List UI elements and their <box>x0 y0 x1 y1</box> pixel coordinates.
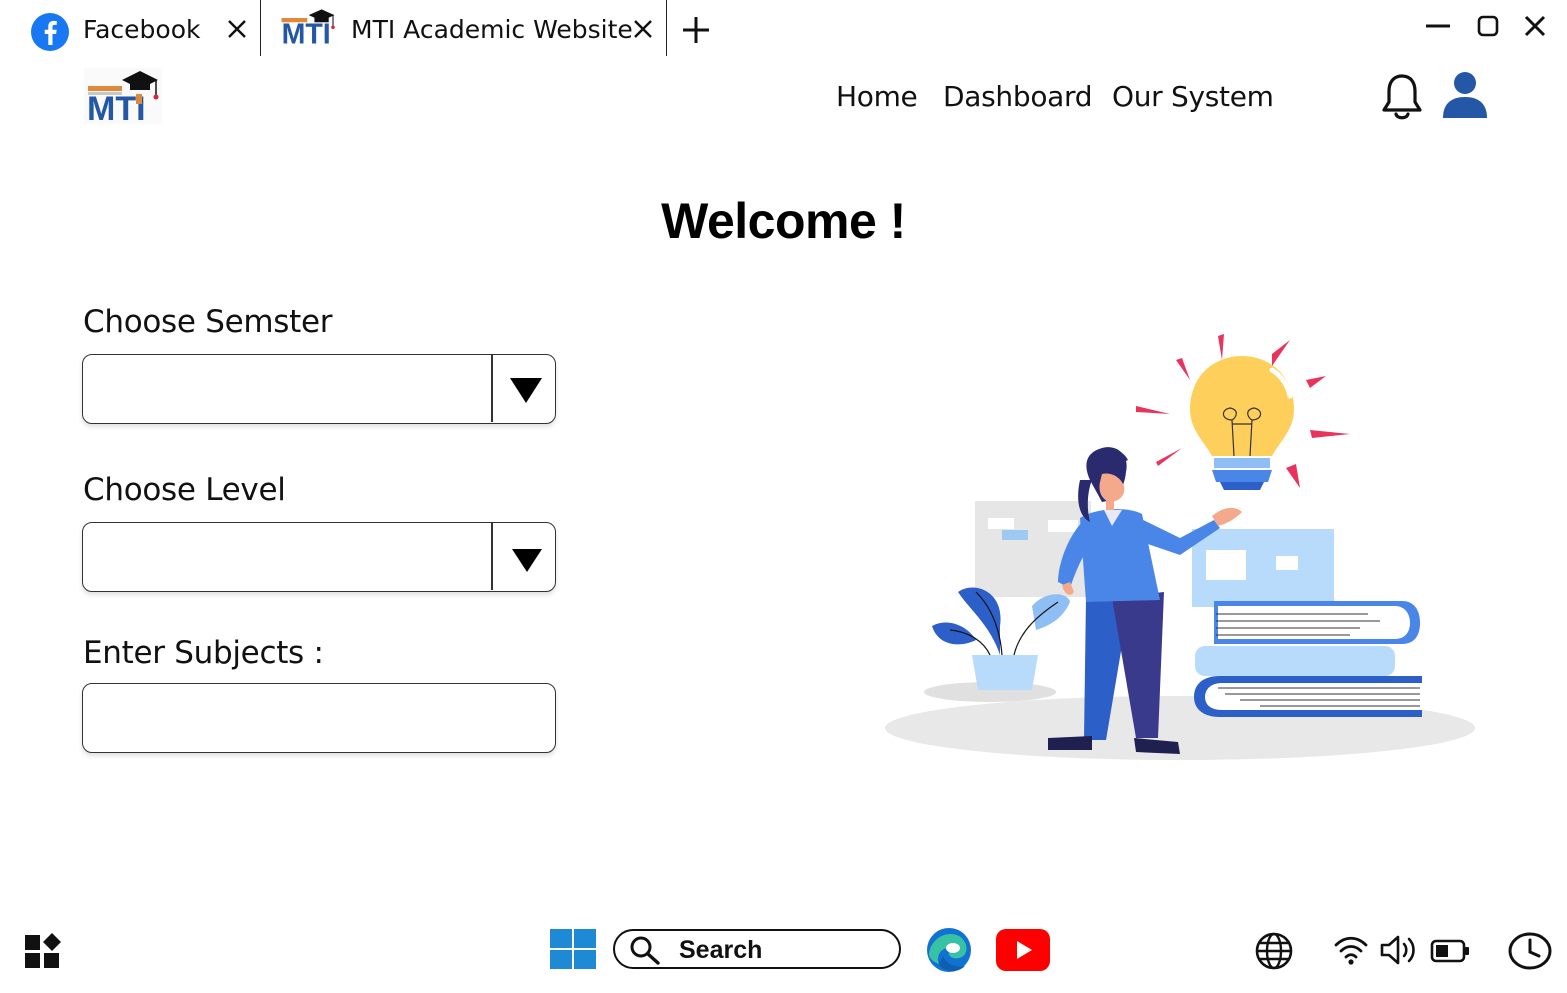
page-title: Welcome ! <box>661 193 906 249</box>
tab-mti-academic[interactable]: MTI MTI Academic Website <box>262 0 666 58</box>
widgets-icon[interactable] <box>24 932 62 970</box>
level-select[interactable] <box>82 522 556 592</box>
tab-divider <box>666 0 667 56</box>
dropdown-arrow-icon[interactable] <box>501 373 551 407</box>
search-label: Search <box>679 936 763 964</box>
nav-home-link[interactable]: Home <box>836 80 918 113</box>
windows-start-icon[interactable] <box>550 929 596 969</box>
edge-icon[interactable] <box>925 926 973 974</box>
tab-divider <box>260 0 261 56</box>
taskbar-search-box[interactable]: Search <box>613 929 901 969</box>
user-icon[interactable] <box>1440 70 1490 120</box>
minimize-icon <box>1426 24 1450 28</box>
level-label: Choose Level <box>83 472 286 508</box>
select-divider <box>491 523 493 590</box>
subjects-input[interactable] <box>82 683 556 753</box>
bell-icon[interactable] <box>1380 72 1424 122</box>
tab-label: MTI Academic Website <box>351 15 633 44</box>
subjects-label: Enter Subjects : <box>83 635 324 671</box>
globe-icon[interactable] <box>1254 931 1294 971</box>
new-tab-plus-icon[interactable] <box>680 14 712 46</box>
facebook-icon <box>31 13 69 51</box>
tab-label: Facebook <box>83 15 201 44</box>
maximize-icon <box>1477 15 1499 37</box>
youtube-icon[interactable] <box>996 929 1050 971</box>
nav-our-system-link[interactable]: Our System <box>1112 80 1274 113</box>
search-icon <box>630 936 660 965</box>
battery-icon[interactable] <box>1430 938 1470 964</box>
maximize-button[interactable] <box>1471 10 1505 42</box>
close-icon <box>1524 15 1546 37</box>
mti-logo-icon: MTI <box>281 9 335 48</box>
main-nav: Home Dashboard Our System <box>0 80 1567 120</box>
semester-select[interactable] <box>82 354 556 424</box>
volume-icon[interactable] <box>1379 933 1419 967</box>
wifi-icon[interactable] <box>1333 934 1369 966</box>
tab-close-button[interactable] <box>630 16 656 42</box>
semester-label: Choose Semster <box>83 304 333 340</box>
nav-dashboard-link[interactable]: Dashboard <box>943 80 1093 113</box>
browser-tab-bar: Facebook MTI MTI Academic Website <box>0 0 1567 58</box>
select-divider <box>491 355 493 422</box>
tab-close-button[interactable] <box>224 16 250 42</box>
os-taskbar: Search <box>0 910 1567 993</box>
tab-facebook[interactable]: Facebook <box>0 0 260 58</box>
clock-icon[interactable] <box>1507 930 1553 972</box>
minimize-button[interactable] <box>1421 10 1455 42</box>
close-icon <box>228 20 246 38</box>
woman-with-lightbulb-illustration <box>885 334 1475 760</box>
dropdown-arrow-icon[interactable] <box>501 541 551 575</box>
close-icon <box>634 20 652 38</box>
svg-text:MTI: MTI <box>282 19 331 48</box>
window-close-button[interactable] <box>1518 10 1552 42</box>
